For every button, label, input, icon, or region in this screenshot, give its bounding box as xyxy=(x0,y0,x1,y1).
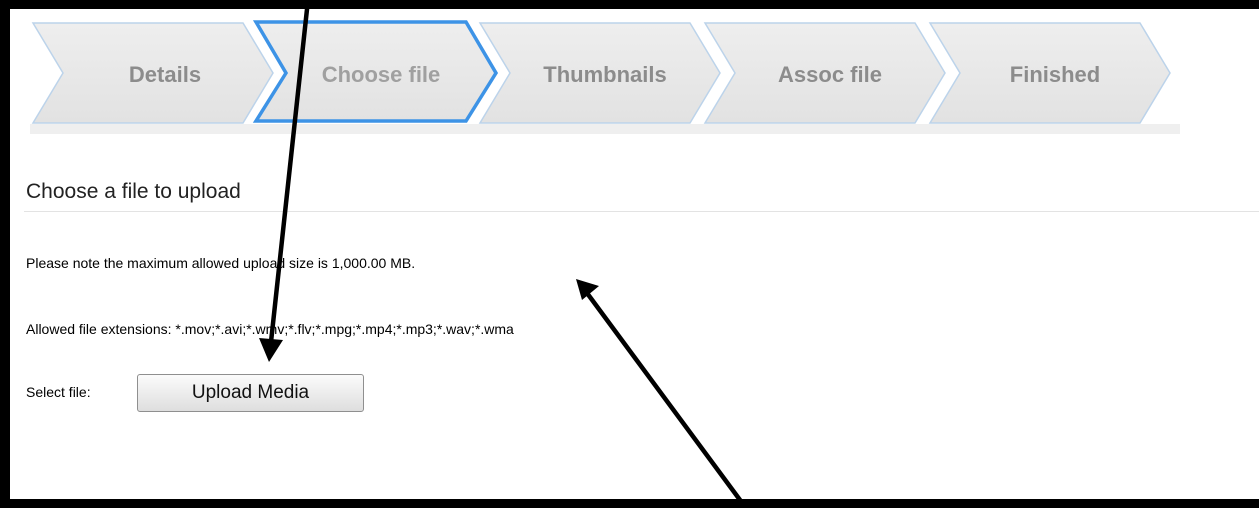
wizard-steps: Details Choose file Thumbnails Assoc fil… xyxy=(0,0,1259,140)
step-thumbnails[interactable]: Thumbnails xyxy=(510,57,700,93)
heading-divider xyxy=(24,211,1259,212)
step-choose-file[interactable]: Choose file xyxy=(286,57,476,93)
select-file-label: Select file: xyxy=(26,384,91,400)
step-details[interactable]: Details xyxy=(70,57,260,93)
upload-media-button[interactable]: Upload Media xyxy=(137,374,364,412)
step-assoc-file[interactable]: Assoc file xyxy=(735,57,925,93)
allowed-extensions: Allowed file extensions: *.mov;*.avi;*.w… xyxy=(26,321,514,337)
upload-heading: Choose a file to upload xyxy=(26,180,241,203)
step-finished[interactable]: Finished xyxy=(960,57,1150,93)
max-size-note: Please note the maximum allowed upload s… xyxy=(26,255,416,271)
